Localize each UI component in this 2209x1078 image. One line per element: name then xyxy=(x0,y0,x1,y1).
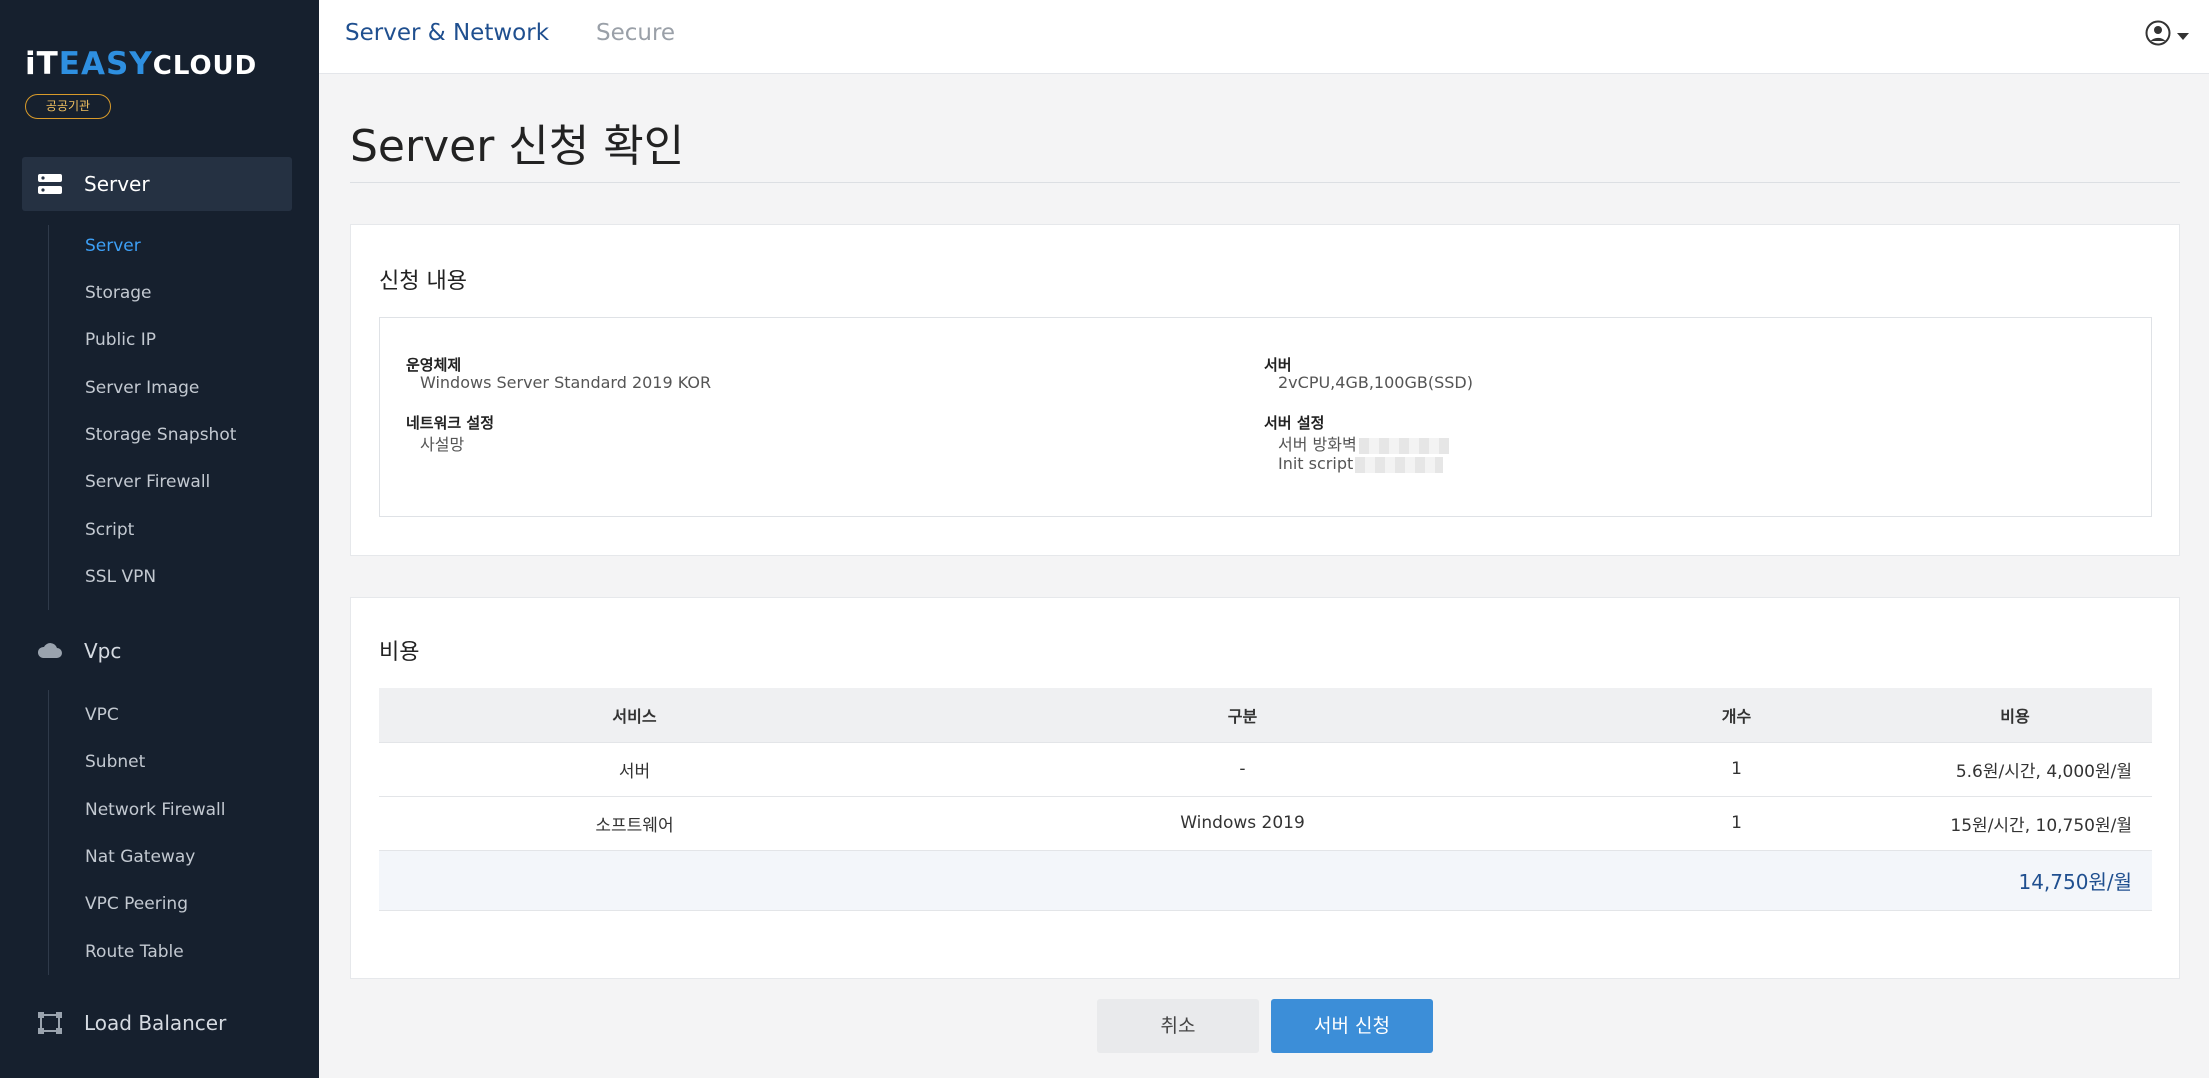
cell-count: 1 xyxy=(1595,796,1878,851)
redacted-value xyxy=(1355,456,1444,473)
sidebar-item-subnet[interactable]: Subnet xyxy=(85,752,145,772)
table-row: 소프트웨어 Windows 2019 1 15원/시간, 10,750원/월 xyxy=(379,796,2152,851)
init-script-label: Init script xyxy=(1278,454,1354,473)
sidebar-item-network-firewall[interactable]: Network Firewall xyxy=(85,800,226,820)
cost-table: 서비스 구분 개수 비용 서버 - 1 5.6원/시간, 4,000원/월 소프… xyxy=(379,688,2152,911)
column-header-service: 서비스 xyxy=(379,688,890,743)
vpc-subnav: VPC Subnet Network Firewall Nat Gateway … xyxy=(48,690,226,975)
title-divider xyxy=(350,182,2180,183)
server-spec-value: 2vCPU,4GB,100GB(SSD) xyxy=(1278,373,1473,392)
server-icon xyxy=(36,172,64,196)
caret-down-icon xyxy=(2177,26,2189,45)
tab-server-network[interactable]: Server & Network xyxy=(345,20,549,46)
request-details-card: 신청 내용 운영체제 Windows Server Standard 2019 … xyxy=(350,224,2180,556)
cancel-button[interactable]: 취소 xyxy=(1097,999,1259,1053)
public-institution-badge: 공공기관 xyxy=(25,94,111,119)
sidebar-item-storage-snapshot[interactable]: Storage Snapshot xyxy=(85,425,236,445)
server-subnav: Server Storage Public IP Server Image St… xyxy=(48,225,236,610)
sidebar-item-server-firewall[interactable]: Server Firewall xyxy=(85,472,210,492)
user-menu[interactable] xyxy=(2145,20,2189,50)
cell-service: 서버 xyxy=(379,742,890,797)
sidebar-group-vpc[interactable]: Vpc xyxy=(22,624,292,678)
sidebar-item-vpc[interactable]: VPC xyxy=(85,705,119,725)
table-row: 서버 - 1 5.6원/시간, 4,000원/월 xyxy=(379,742,2152,797)
cell-category: Windows 2019 xyxy=(890,796,1595,851)
brand-logo-part3: CLOUD xyxy=(152,51,258,81)
request-details-title: 신청 내용 xyxy=(379,269,467,294)
tab-secure[interactable]: Secure xyxy=(596,20,675,46)
cell-cost: 15원/시간, 10,750원/월 xyxy=(1878,796,2152,851)
network-label: 네트워크 설정 xyxy=(406,414,495,432)
table-header-row: 서비스 구분 개수 비용 xyxy=(379,688,2152,743)
sidebar-group-server[interactable]: Server xyxy=(22,157,292,211)
sidebar-item-public-ip[interactable]: Public IP xyxy=(85,330,156,350)
sidebar-item-vpc-peering[interactable]: VPC Peering xyxy=(85,894,188,914)
cell-category: - xyxy=(890,742,1595,797)
sidebar-group-label: Load Balancer xyxy=(84,1011,227,1035)
server-spec-label: 서버 xyxy=(1264,356,1292,374)
request-details-box: 운영체제 Windows Server Standard 2019 KOR 네트… xyxy=(379,317,2152,517)
brand-logo-part2: EASY xyxy=(58,46,153,82)
sidebar: iTEASYCLOUD 공공기관 Server Server Storage P… xyxy=(0,0,319,1078)
cloud-icon xyxy=(36,639,64,663)
load-balancer-icon xyxy=(36,1011,64,1035)
page-title: Server 신청 확인 xyxy=(350,121,685,172)
network-value: 사설망 xyxy=(420,435,465,454)
sidebar-item-storage[interactable]: Storage xyxy=(85,283,152,303)
top-bar: Server & Network Secure xyxy=(319,0,2209,74)
submit-server-request-button[interactable]: 서버 신청 xyxy=(1271,999,1433,1053)
brand-logo-part1: iT xyxy=(25,46,59,82)
total-cell: 14,750원/월 xyxy=(379,850,2152,911)
cost-title: 비용 xyxy=(379,640,420,665)
init-script-setting: Init script xyxy=(1278,454,1444,473)
brand-logo[interactable]: iTEASYCLOUD xyxy=(25,46,257,82)
user-circle-icon xyxy=(2145,20,2171,50)
server-firewall-label: 서버 방화벽 xyxy=(1278,435,1357,454)
cell-cost: 5.6원/시간, 4,000원/월 xyxy=(1878,742,2152,797)
sidebar-item-route-table[interactable]: Route Table xyxy=(85,942,184,962)
cell-count: 1 xyxy=(1595,742,1878,797)
server-settings-label: 서버 설정 xyxy=(1264,414,1325,432)
sidebar-item-nat-gateway[interactable]: Nat Gateway xyxy=(85,847,195,867)
sidebar-group-label: Server xyxy=(84,172,150,196)
total-cost: 14,750원/월 xyxy=(2018,869,2132,894)
total-row: 14,750원/월 xyxy=(379,850,2152,911)
column-header-count: 개수 xyxy=(1595,688,1878,743)
os-label: 운영체제 xyxy=(406,356,462,374)
sidebar-group-load-balancer[interactable]: Load Balancer xyxy=(22,996,292,1050)
cost-card: 비용 서비스 구분 개수 비용 서버 - 1 5.6원/시간, 4,000원/월 xyxy=(350,597,2180,979)
sidebar-item-server-image[interactable]: Server Image xyxy=(85,378,199,398)
server-firewall-setting: 서버 방화벽 xyxy=(1278,431,1449,455)
os-value: Windows Server Standard 2019 KOR xyxy=(420,373,712,392)
sidebar-item-ssl-vpn[interactable]: SSL VPN xyxy=(85,567,156,587)
redacted-value xyxy=(1358,437,1449,454)
sidebar-item-script[interactable]: Script xyxy=(85,520,134,540)
sidebar-group-label: Vpc xyxy=(84,639,122,663)
column-header-category: 구분 xyxy=(890,688,1595,743)
sidebar-item-server[interactable]: Server xyxy=(85,236,141,256)
column-header-cost: 비용 xyxy=(1878,688,2152,743)
cell-service: 소프트웨어 xyxy=(379,796,890,851)
